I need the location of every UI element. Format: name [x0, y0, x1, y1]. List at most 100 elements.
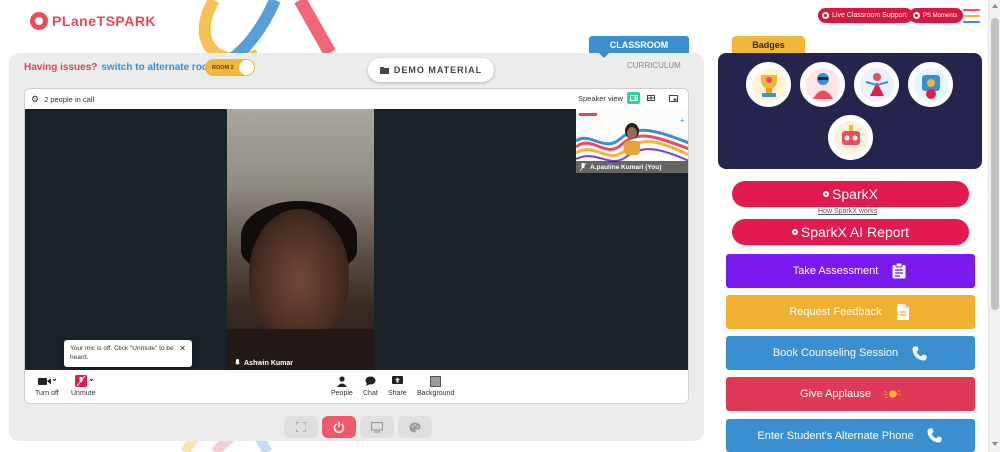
document-icon — [894, 303, 912, 321]
live-support-label: Live Classroom Support — [832, 12, 907, 19]
power-icon — [333, 421, 345, 433]
tab-curriculum[interactable]: CURRICULUM — [627, 61, 681, 70]
close-icon[interactable]: ✕ — [179, 344, 186, 353]
clipboard-icon — [890, 262, 908, 280]
speaker-view-icon[interactable] — [627, 92, 640, 104]
palette-button[interactable] — [398, 416, 432, 438]
phone-icon — [910, 344, 928, 362]
robot-icon — [833, 120, 868, 155]
dancer-icon — [859, 67, 894, 102]
support-icon — [822, 12, 829, 19]
switch-room-link[interactable]: switch to alternate room — [101, 62, 217, 73]
pip-icon[interactable] — [667, 92, 680, 104]
superhero-badge[interactable] — [800, 62, 845, 107]
share-label: Share — [388, 390, 407, 397]
scrollbar-thumb[interactable] — [991, 18, 999, 310]
dancer-badge[interactable] — [854, 62, 899, 107]
self-participant-name: A.pauline Kumari (You) — [590, 163, 662, 171]
phone-icon — [926, 427, 944, 445]
main-participant-tag: Ashwin Kumar — [235, 359, 293, 367]
demo-material-label: DEMO MATERIAL — [393, 65, 483, 75]
call-controls: Turn off Unmute People Chat Share Backgr… — [25, 370, 688, 403]
fullscreen-icon — [296, 422, 306, 432]
room-toggle[interactable]: ROOM 2 — [205, 59, 255, 76]
view-switcher: Speaker view — [578, 92, 680, 104]
sparkx-icon — [791, 229, 798, 235]
scroll-down-arrow-icon[interactable] — [992, 442, 998, 446]
alternate-room-notice: Having issues? switch to alternate room — [24, 62, 217, 73]
give-applause-button[interactable]: Give Applause — [726, 377, 975, 411]
folder-icon — [379, 67, 389, 74]
live-classroom-support-button[interactable]: Live Classroom Support — [818, 8, 913, 23]
monitor-icon — [371, 421, 383, 433]
mic-off-tooltip: Your mic is off. Click "Unmute" to be he… — [64, 340, 192, 367]
planetspark-logo[interactable]: PLaneTSPARK — [30, 12, 156, 30]
palette-icon — [409, 422, 421, 432]
scroll-up-arrow-icon[interactable] — [992, 4, 998, 8]
room-toggle-label: ROOM 2 — [212, 64, 234, 71]
camera-button[interactable]: Turn off — [35, 375, 59, 397]
sparkx-ai-report-button[interactable]: SparkX AI Report — [732, 219, 969, 245]
turn-off-label: Turn off — [35, 390, 59, 397]
end-class-button[interactable] — [322, 416, 356, 438]
gear-icon[interactable]: ⚙ — [31, 94, 39, 105]
page-scrollbar[interactable] — [988, 0, 1000, 452]
sparkx-ai-report-label: SparkX AI Report — [800, 224, 910, 240]
svg-text:+: + — [680, 116, 685, 125]
toggle-knob — [239, 60, 254, 75]
unmute-label: Unmute — [71, 390, 96, 397]
issues-text: Having issues? — [24, 62, 98, 73]
whiteboard-button[interactable] — [360, 416, 394, 438]
sparkx-label: SparkX — [832, 186, 878, 202]
achiever-badge[interactable] — [908, 62, 953, 107]
camera-icon — [37, 375, 56, 387]
achiever-icon — [913, 67, 948, 102]
call-top-bar: ⚙ 2 people in call Speaker view — [25, 89, 688, 109]
moments-icon — [913, 12, 920, 19]
robot-badge[interactable] — [828, 115, 873, 160]
badges-tab-label: Badges — [752, 39, 785, 50]
book-counseling-button[interactable]: Book Counseling Session — [726, 336, 975, 370]
tab-badges[interactable]: Badges — [732, 36, 805, 58]
tab-classroom[interactable]: CLASSROOM — [589, 36, 689, 58]
clap-icon — [883, 385, 901, 403]
sparkx-button[interactable]: SparkX — [732, 181, 969, 207]
main-participant-name: Ashwin Kumar — [244, 359, 294, 367]
self-video-feed[interactable]: + A.pauline Kumari (You) — [576, 109, 688, 173]
classroom-bottom-controls — [284, 416, 432, 438]
chat-button[interactable]: Chat — [363, 375, 378, 397]
take-assessment-button[interactable]: Take Assessment — [726, 254, 975, 288]
demo-material-button[interactable]: DEMO MATERIAL — [368, 58, 494, 82]
video-stage: Ashwin Kumar + A.pauline Kumari (You) — [25, 109, 688, 370]
main-video-feed: Ashwin Kumar — [227, 109, 374, 370]
give-applause-label: Give Applause — [800, 388, 871, 400]
ps-moments-label: PS Moments — [923, 12, 958, 19]
ps-moments-button[interactable]: PS Moments — [909, 8, 964, 23]
mic-icon — [235, 359, 240, 365]
superhero-icon — [805, 67, 840, 102]
background-button[interactable]: Background — [417, 375, 454, 397]
chat-label: Chat — [363, 390, 378, 397]
participant-face — [249, 209, 349, 339]
sparkx-icon — [823, 191, 830, 197]
classroom-tab-label: CLASSROOM — [609, 39, 669, 50]
people-icon — [336, 375, 347, 387]
speaker-view-label: Speaker view — [577, 93, 623, 103]
take-assessment-label: Take Assessment — [792, 265, 879, 277]
logo-text: PLaneTSPARK — [52, 13, 157, 29]
share-button[interactable]: Share — [388, 375, 407, 397]
mic-off-icon — [71, 375, 95, 387]
menu-icon[interactable] — [963, 9, 980, 27]
unmute-button[interactable]: Unmute — [71, 375, 96, 397]
mic-tooltip-text: Your mic is off. Click "Unmute" to be he… — [70, 345, 174, 361]
alternate-phone-button[interactable]: Enter Student's Alternate Phone — [726, 419, 975, 452]
fullscreen-button[interactable] — [284, 416, 318, 438]
background-icon — [430, 375, 442, 387]
trophy-badge[interactable] — [746, 62, 791, 107]
request-feedback-button[interactable]: Request Feedback — [726, 295, 975, 329]
people-button[interactable]: People — [331, 375, 353, 397]
people-label: People — [331, 390, 353, 397]
gallery-view-icon[interactable] — [644, 92, 657, 104]
how-sparkx-works-link[interactable]: How SparkX works — [818, 208, 877, 215]
planet-icon — [30, 12, 48, 30]
